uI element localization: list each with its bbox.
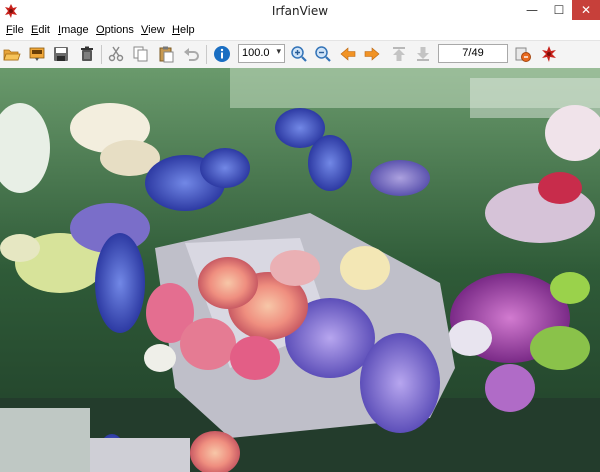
- menu-bar: File Edit Image Options View Help: [0, 22, 600, 40]
- zoom-in-button[interactable]: [289, 44, 309, 64]
- menu-edit[interactable]: Edit: [31, 24, 50, 36]
- first-file-button[interactable]: [389, 44, 409, 64]
- paste-button[interactable]: [156, 44, 176, 64]
- cut-button[interactable]: [106, 44, 126, 64]
- open-folder-icon: [3, 49, 21, 61]
- slideshow-button[interactable]: [27, 44, 47, 64]
- minimize-button[interactable]: —: [518, 0, 546, 20]
- previous-icon: [340, 47, 356, 61]
- zoom-level-select[interactable]: 100.0 ▾: [238, 44, 285, 63]
- open-button[interactable]: [2, 44, 22, 64]
- image-viewer[interactable]: [0, 68, 600, 472]
- slideshow-icon: [29, 47, 45, 61]
- next-icon: [364, 47, 380, 61]
- menu-image[interactable]: Image: [58, 24, 89, 36]
- paste-icon: [159, 46, 174, 63]
- menu-file[interactable]: File: [6, 24, 24, 36]
- window-title: IrfanView: [271, 4, 329, 18]
- title-bar: IrfanView — ☐ ✕: [0, 0, 600, 23]
- delete-button[interactable]: [77, 44, 97, 64]
- toolbar: 100.0 ▾ 7/49: [0, 40, 600, 69]
- paint-button[interactable]: [539, 44, 559, 64]
- minimize-icon: —: [526, 3, 538, 17]
- save-button[interactable]: [51, 44, 71, 64]
- zoom-out-button[interactable]: [313, 44, 333, 64]
- close-button[interactable]: ✕: [572, 0, 600, 20]
- zoom-out-icon: [315, 46, 331, 62]
- page-counter[interactable]: 7/49: [438, 44, 508, 63]
- copy-icon: [133, 46, 148, 62]
- undo-icon: [184, 48, 199, 61]
- toolbar-separator: [206, 45, 207, 64]
- close-icon: ✕: [580, 3, 592, 17]
- previous-file-button[interactable]: [338, 44, 358, 64]
- zoom-in-icon: [291, 46, 307, 62]
- info-icon: [214, 46, 230, 62]
- last-icon: [417, 47, 429, 61]
- flower-photo: [0, 68, 600, 472]
- settings-icon: [515, 47, 531, 62]
- toolbar-separator: [101, 45, 102, 64]
- last-file-button[interactable]: [413, 44, 433, 64]
- zoom-value: 100.0: [242, 47, 270, 59]
- first-icon: [393, 47, 405, 61]
- delete-icon: [81, 46, 93, 61]
- maximize-button[interactable]: ☐: [546, 0, 572, 20]
- paint-icon: [542, 46, 556, 62]
- settings-button[interactable]: [513, 44, 533, 64]
- save-icon: [54, 47, 68, 61]
- chevron-down-icon: ▾: [276, 46, 281, 56]
- menu-options[interactable]: Options: [96, 24, 134, 36]
- info-button[interactable]: [212, 44, 232, 64]
- menu-view[interactable]: View: [141, 24, 165, 36]
- cut-icon: [108, 46, 124, 62]
- undo-button[interactable]: [181, 44, 201, 64]
- menu-help[interactable]: Help: [172, 24, 195, 36]
- copy-button[interactable]: [131, 44, 151, 64]
- next-file-button[interactable]: [362, 44, 382, 64]
- maximize-icon: ☐: [553, 3, 565, 17]
